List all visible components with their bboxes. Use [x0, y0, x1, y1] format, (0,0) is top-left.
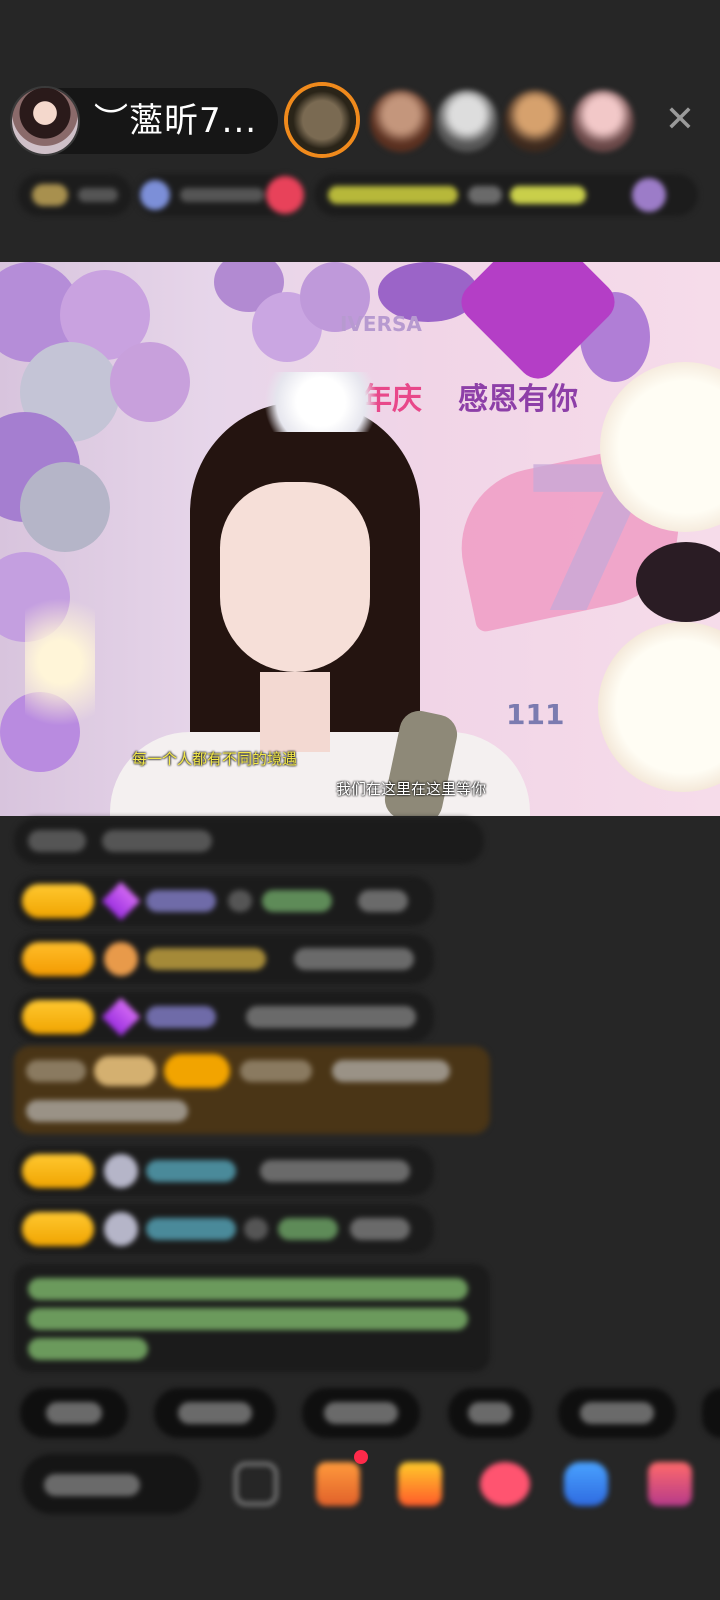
ranking-row[interactable] — [18, 174, 132, 216]
subtitle-right: 我们在这里在这里等你 — [336, 780, 487, 798]
quick-reply[interactable] — [558, 1388, 676, 1438]
chat-message[interactable] — [14, 992, 434, 1042]
viewer-avatar[interactable] — [504, 90, 566, 152]
gift-icon[interactable] — [316, 1462, 360, 1506]
notification-dot — [354, 1450, 368, 1464]
quick-reply[interactable] — [20, 1388, 128, 1438]
heart-icon[interactable] — [480, 1462, 530, 1506]
host-avatar[interactable] — [12, 88, 78, 154]
emoji-icon[interactable] — [234, 1462, 278, 1506]
chat-message[interactable] — [14, 1204, 434, 1254]
live-video[interactable]: IVERSA 年庆 感恩有你 7 111 每一个人都有不同的境遇 我们在这里在这… — [0, 262, 720, 816]
chat-message[interactable] — [14, 876, 434, 926]
quick-reply[interactable] — [702, 1388, 720, 1438]
fans-row[interactable] — [136, 174, 304, 216]
treasure-icon[interactable] — [398, 1462, 442, 1506]
game-icon[interactable] — [564, 1462, 608, 1506]
chat-message[interactable] — [14, 934, 434, 984]
quick-reply[interactable] — [302, 1388, 420, 1438]
viewer-avatar[interactable] — [572, 90, 634, 152]
system-message — [14, 1264, 490, 1372]
viewer-avatar[interactable] — [288, 86, 356, 154]
quick-reply[interactable] — [448, 1388, 532, 1438]
subtitle-left: 每一个人都有不同的境遇 — [132, 750, 298, 768]
chat-message[interactable] — [14, 1146, 434, 1196]
viewer-avatar[interactable] — [436, 90, 498, 152]
highlight-message[interactable] — [14, 1046, 490, 1134]
close-icon[interactable]: ✕ — [664, 102, 696, 138]
quick-reply[interactable] — [154, 1388, 276, 1438]
chat-message[interactable] — [14, 818, 484, 864]
more-gifts-icon[interactable] — [648, 1462, 692, 1506]
task-row[interactable] — [314, 174, 698, 216]
viewer-avatar[interactable] — [370, 90, 432, 152]
comment-input[interactable] — [22, 1454, 200, 1514]
host-info-pill[interactable]: ︶蘫昕7... — [12, 88, 278, 154]
banner-top-text: IVERSA — [340, 312, 422, 336]
host-name: ︶蘫昕7... — [94, 101, 258, 141]
